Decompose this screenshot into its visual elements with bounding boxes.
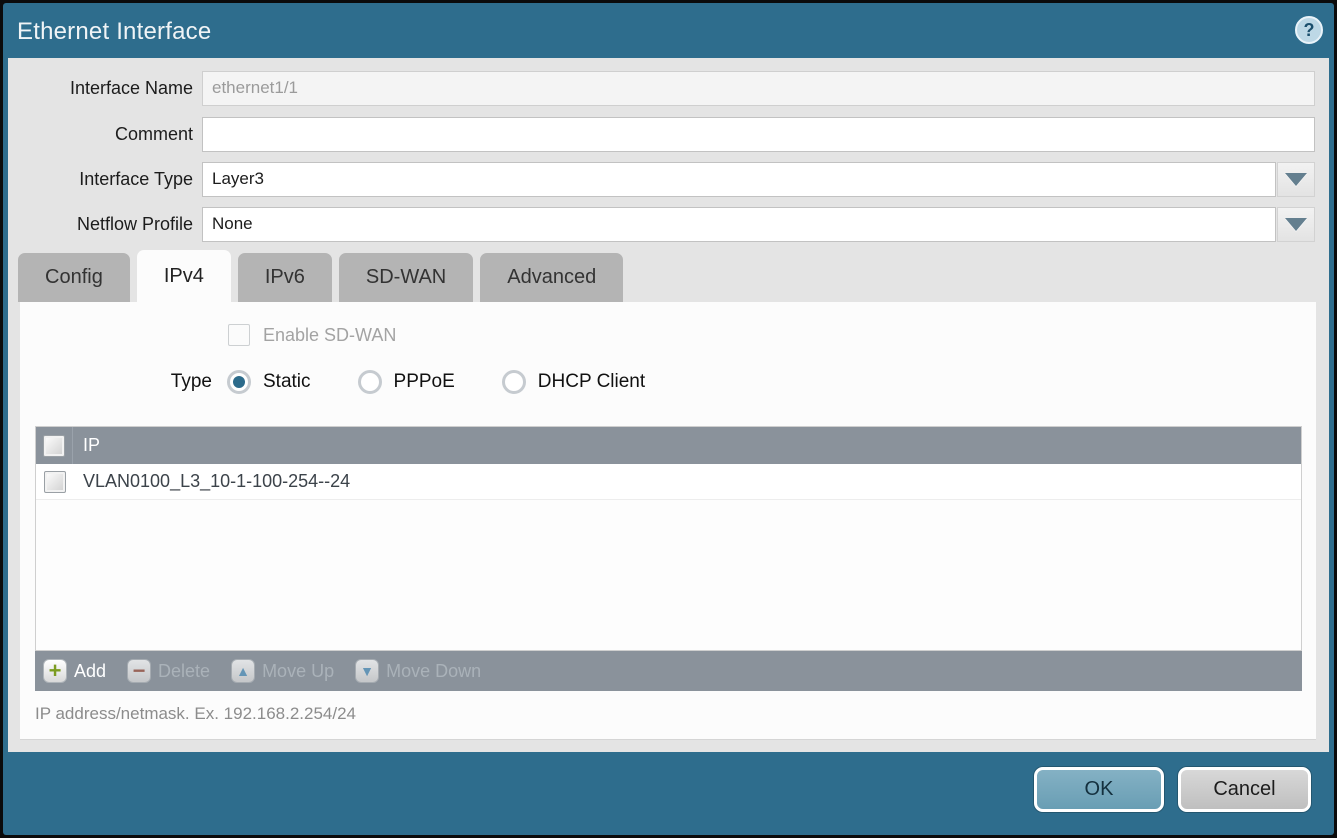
tab-ipv6[interactable]: IPv6	[238, 253, 332, 302]
select-all-checkbox[interactable]	[43, 435, 65, 457]
plus-icon: +	[43, 659, 67, 683]
tab-sdwan[interactable]: SD-WAN	[339, 253, 473, 302]
table-toolbar: + Add − Delete ▲ Move Up ▼ Move Down	[35, 651, 1302, 691]
add-button[interactable]: + Add	[43, 659, 106, 683]
minus-icon: −	[127, 659, 151, 683]
interface-name-label: Interface Name	[8, 78, 202, 99]
netflow-profile-label: Netflow Profile	[8, 214, 202, 235]
ipv4-panel: Enable SD-WAN Type Static PPPoE DHCP Cli…	[20, 302, 1316, 740]
tab-ipv4[interactable]: IPv4	[137, 250, 231, 302]
enable-sdwan-checkbox	[228, 324, 250, 346]
ip-entry-text: VLAN0100_L3_10-1-100-254--24	[73, 471, 350, 492]
arrow-down-icon: ▼	[355, 659, 379, 683]
ip-column-header[interactable]: IP	[73, 435, 100, 456]
tab-strip: Config IPv4 IPv6 SD-WAN Advanced	[18, 253, 623, 302]
move-up-button[interactable]: ▲ Move Up	[231, 659, 334, 683]
ip-table: IP VLAN0100_L3_10-1-100-254--24	[35, 426, 1302, 651]
enable-sdwan-row: Enable SD-WAN	[228, 324, 396, 346]
chevron-down-icon	[1285, 218, 1307, 231]
netflow-profile-dropdown-button[interactable]	[1277, 207, 1315, 242]
enable-sdwan-label: Enable SD-WAN	[263, 325, 396, 346]
ethernet-interface-dialog: Ethernet Interface ? Interface Name Comm…	[3, 3, 1334, 835]
title-bar: Ethernet Interface ?	[3, 3, 1334, 58]
chevron-down-icon	[1285, 173, 1307, 186]
dialog-title: Ethernet Interface	[17, 18, 211, 46]
static-radio-label: Static	[263, 371, 311, 393]
type-option-dhcp: DHCP Client	[502, 370, 645, 394]
pppoe-radio-label: PPPoE	[394, 371, 455, 393]
interface-type-row: Interface Type Layer3	[8, 161, 1329, 197]
comment-label: Comment	[8, 124, 202, 145]
tab-advanced[interactable]: Advanced	[480, 253, 623, 302]
cancel-button[interactable]: Cancel	[1178, 767, 1311, 812]
comment-row: Comment	[8, 116, 1329, 152]
pppoe-radio[interactable]	[358, 370, 382, 394]
dialog-footer: OK Cancel	[3, 752, 1334, 835]
row-checkbox[interactable]	[44, 471, 66, 493]
delete-button[interactable]: − Delete	[127, 659, 210, 683]
table-row[interactable]: VLAN0100_L3_10-1-100-254--24	[36, 464, 1301, 500]
type-label: Type	[20, 371, 212, 393]
type-option-pppoe: PPPoE	[358, 370, 455, 394]
arrow-up-icon: ▲	[231, 659, 255, 683]
ip-table-header: IP	[36, 427, 1301, 464]
ok-button[interactable]: OK	[1034, 767, 1164, 812]
move-down-button[interactable]: ▼ Move Down	[355, 659, 481, 683]
interface-type-select[interactable]: Layer3	[202, 162, 1276, 197]
type-option-static: Static	[227, 370, 311, 394]
dialog-body: Interface Name Comment Interface Type La…	[8, 58, 1329, 752]
interface-type-label: Interface Type	[8, 169, 202, 190]
interface-type-dropdown-button[interactable]	[1277, 162, 1315, 197]
interface-name-row: Interface Name	[8, 70, 1329, 106]
netflow-profile-row: Netflow Profile None	[8, 206, 1329, 242]
ip-format-hint: IP address/netmask. Ex. 192.168.2.254/24	[35, 704, 356, 724]
comment-field[interactable]	[202, 117, 1315, 152]
type-row: Type Static PPPoE DHCP Client	[20, 370, 645, 394]
help-icon[interactable]: ?	[1295, 16, 1323, 44]
dhcp-client-radio-label: DHCP Client	[538, 371, 645, 393]
netflow-profile-select[interactable]: None	[202, 207, 1276, 242]
interface-name-field	[202, 71, 1315, 106]
dhcp-client-radio[interactable]	[502, 370, 526, 394]
static-radio[interactable]	[227, 370, 251, 394]
tab-config[interactable]: Config	[18, 253, 130, 302]
